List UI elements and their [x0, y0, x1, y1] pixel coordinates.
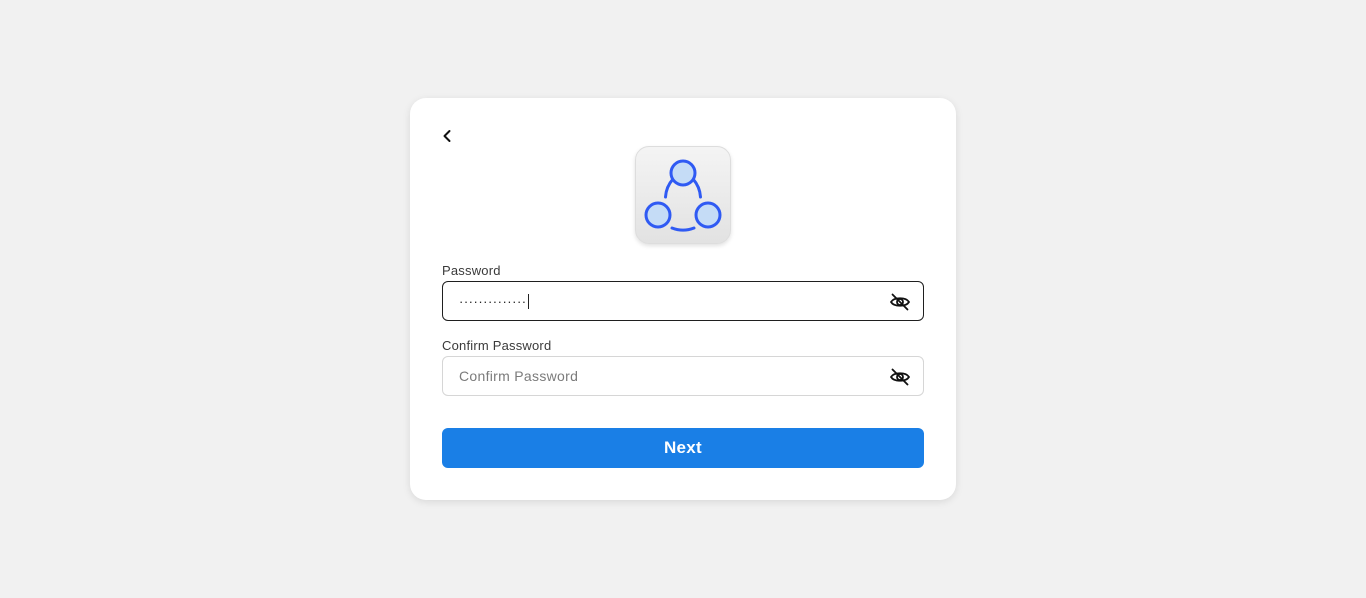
next-button[interactable]: Next [442, 428, 924, 468]
password-masked-text: ·············· [459, 293, 527, 309]
three-circles-network-icon [644, 159, 722, 232]
confirm-password-visibility-toggle[interactable] [889, 366, 911, 388]
eye-off-icon [890, 368, 910, 386]
confirm-password-label: Confirm Password [442, 338, 552, 353]
confirm-password-placeholder: Confirm Password [459, 368, 579, 384]
chevron-left-icon [443, 130, 451, 142]
password-value: ·············· [459, 293, 529, 309]
eye-off-icon [890, 293, 910, 311]
app-logo [635, 146, 731, 244]
password-label: Password [442, 263, 501, 278]
text-caret [527, 293, 529, 309]
password-field[interactable]: ·············· [442, 281, 924, 321]
signup-card: Password ·············· Confirm Password… [410, 98, 956, 500]
confirm-password-field[interactable]: Confirm Password [442, 356, 924, 396]
password-visibility-toggle[interactable] [889, 291, 911, 313]
back-button[interactable] [438, 126, 456, 146]
